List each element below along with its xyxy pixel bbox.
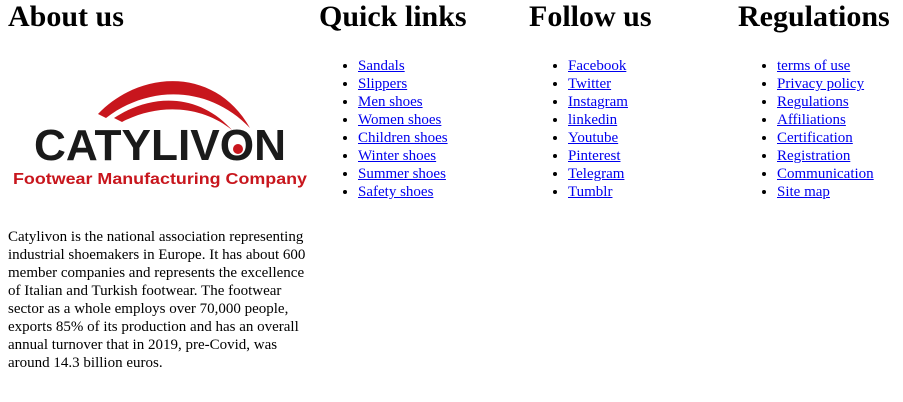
about-section: About us CATYLIVON Footwear Manufacturin… [8,0,308,371]
link-linkedin[interactable]: linkedin [568,112,617,128]
link-winter-shoes[interactable]: Winter shoes [358,148,436,164]
quick-links-list: Sandals Slippers Men shoes Women shoes C… [319,57,448,201]
link-women-shoes[interactable]: Women shoes [358,112,441,128]
list-item: Pinterest [568,147,628,165]
link-instagram[interactable]: Instagram [568,94,628,110]
link-twitter[interactable]: Twitter [568,76,611,92]
list-item: Women shoes [358,111,448,129]
list-item: Summer shoes [358,165,448,183]
regulations-list: terms of use Privacy policy Regulations … [738,57,874,201]
logo-o-dot [233,144,243,154]
link-men-shoes[interactable]: Men shoes [358,94,423,110]
link-youtube[interactable]: Youtube [568,130,618,146]
quick-links-section: Quick links Sandals Slippers Men shoes W… [319,0,519,200]
link-pinterest[interactable]: Pinterest [568,148,621,164]
list-item: Communication [777,165,874,183]
regulations-heading: Regulations [738,0,890,33]
catylivon-logo: CATYLIVON Footwear Manufacturing Company [13,81,307,188]
logo-tagline: Footwear Manufacturing Company [13,171,307,188]
link-communication[interactable]: Communication [777,166,874,182]
list-item: Slippers [358,75,448,93]
link-summer-shoes[interactable]: Summer shoes [358,166,446,182]
list-item: Safety shoes [358,183,448,201]
link-tumblr[interactable]: Tumblr [568,184,612,200]
list-item: Twitter [568,75,628,93]
link-sandals[interactable]: Sandals [358,58,405,74]
list-item: Privacy policy [777,75,874,93]
list-item: Children shoes [358,129,448,147]
about-description: Catylivon is the national association re… [8,229,306,371]
link-facebook[interactable]: Facebook [568,58,626,74]
list-item: Certification [777,129,874,147]
link-terms-of-use[interactable]: terms of use [777,58,850,74]
logo-wordmark: CATYLIVON [34,121,286,170]
list-item: terms of use [777,57,874,75]
link-registration[interactable]: Registration [777,148,850,164]
list-item: Instagram [568,93,628,111]
quick-links-heading: Quick links [319,0,467,33]
list-item: Sandals [358,57,448,75]
link-affiliations[interactable]: Affiliations [777,112,846,128]
link-certification[interactable]: Certification [777,130,853,146]
follow-us-list: Facebook Twitter Instagram linkedin Yout… [529,57,628,201]
list-item: Winter shoes [358,147,448,165]
follow-us-section: Follow us Facebook Twitter Instagram lin… [529,0,729,200]
about-heading: About us [8,0,124,33]
list-item: Tumblr [568,183,628,201]
list-item: Youtube [568,129,628,147]
list-item: Site map [777,183,874,201]
list-item: Registration [777,147,874,165]
link-regulations[interactable]: Regulations [777,94,849,110]
list-item: Affiliations [777,111,874,129]
list-item: Telegram [568,165,628,183]
regulations-section: Regulations terms of use Privacy policy … [738,0,903,200]
list-item: linkedin [568,111,628,129]
link-safety-shoes[interactable]: Safety shoes [358,184,433,200]
link-slippers[interactable]: Slippers [358,76,407,92]
list-item: Men shoes [358,93,448,111]
link-privacy-policy[interactable]: Privacy policy [777,76,864,92]
list-item: Facebook [568,57,628,75]
list-item: Regulations [777,93,874,111]
link-site-map[interactable]: Site map [777,184,830,200]
follow-us-heading: Follow us [529,0,652,33]
link-children-shoes[interactable]: Children shoes [358,130,448,146]
link-telegram[interactable]: Telegram [568,166,624,182]
